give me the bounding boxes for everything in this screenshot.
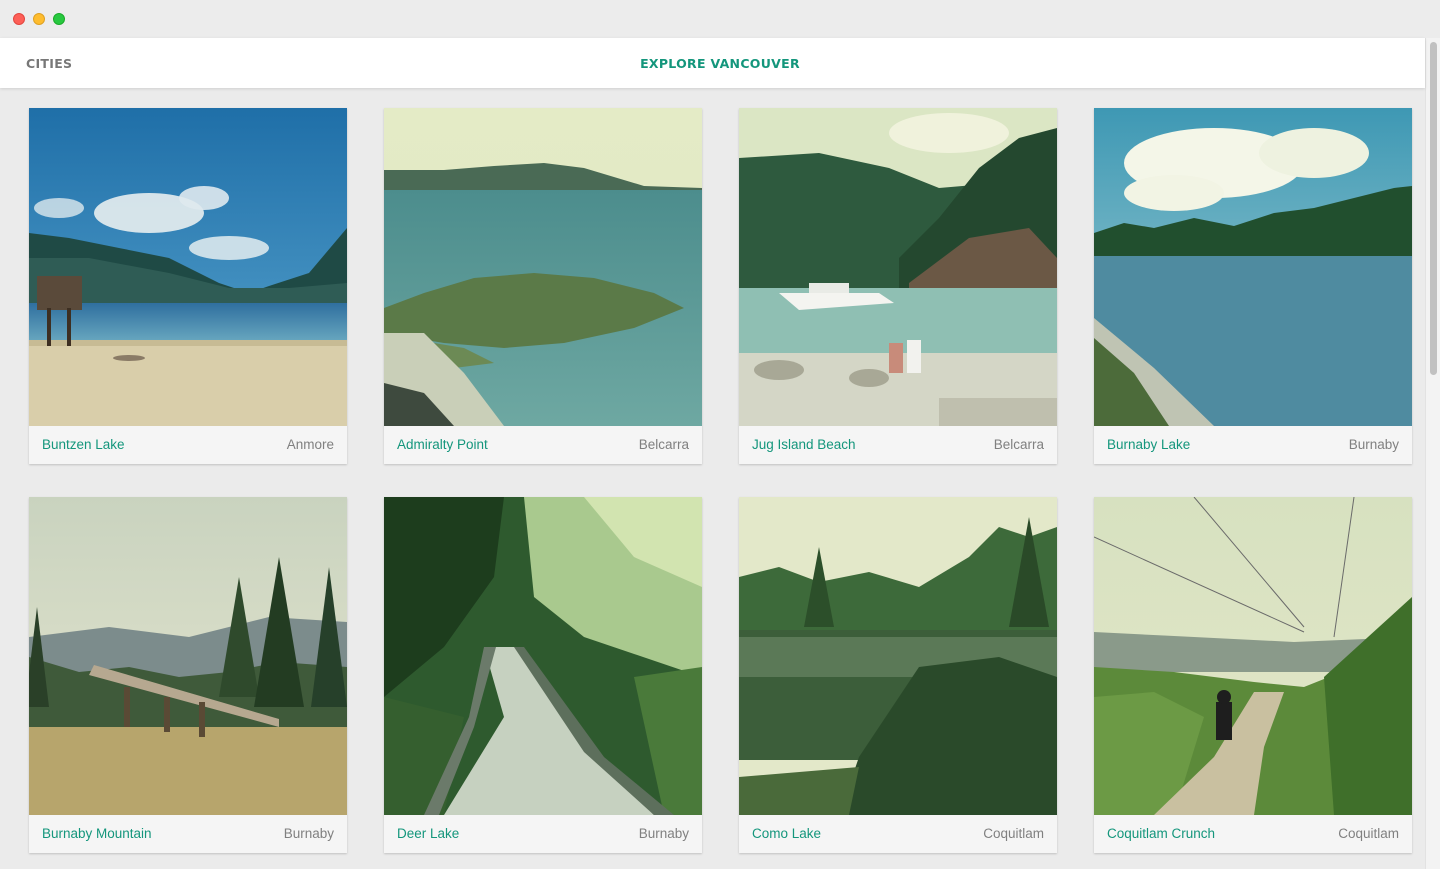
card-caption: Jug Island Beach Belcarra bbox=[739, 426, 1057, 464]
city-name: Coquitlam bbox=[1338, 826, 1399, 841]
place-card-admiralty-point[interactable]: Admiralty Point Belcarra bbox=[384, 108, 702, 464]
place-card-coquitlam-crunch[interactable]: Coquitlam Crunch Coquitlam bbox=[1094, 497, 1412, 853]
card-caption: Como Lake Coquitlam bbox=[739, 815, 1057, 853]
city-name: Anmore bbox=[286, 437, 334, 452]
place-card-deer-lake[interactable]: Deer Lake Burnaby bbox=[384, 497, 702, 853]
mountain-park-photo bbox=[29, 497, 347, 815]
card-caption: Admiralty Point Belcarra bbox=[384, 426, 702, 464]
place-name[interactable]: Como Lake bbox=[752, 826, 821, 841]
page-title: EXPLORE VANCOUVER bbox=[640, 56, 800, 71]
place-card-burnaby-lake[interactable]: Burnaby Lake Burnaby bbox=[1094, 108, 1412, 464]
window-titlebar bbox=[0, 0, 1440, 38]
city-name: Burnaby bbox=[1348, 437, 1399, 452]
lake-forest-photo bbox=[1094, 108, 1412, 426]
card-caption: Coquitlam Crunch Coquitlam bbox=[1094, 815, 1412, 853]
minimize-window-button[interactable] bbox=[33, 13, 45, 25]
places-grid: Buntzen Lake Anmore Admiralty Point Belc… bbox=[0, 88, 1425, 869]
pond-reflection-photo bbox=[739, 497, 1057, 815]
place-name[interactable]: Admiralty Point bbox=[397, 437, 488, 452]
card-caption: Deer Lake Burnaby bbox=[384, 815, 702, 853]
place-name[interactable]: Burnaby Mountain bbox=[42, 826, 152, 841]
card-caption: Burnaby Lake Burnaby bbox=[1094, 426, 1412, 464]
browser-window: CITIES EXPLORE VANCOUVER Buntzen Lake An… bbox=[0, 0, 1440, 869]
place-card-burnaby-mountain[interactable]: Burnaby Mountain Burnaby bbox=[29, 497, 347, 853]
lake-beach-photo bbox=[29, 108, 347, 426]
trail-powerlines-photo bbox=[1094, 497, 1412, 815]
city-name: Belcarra bbox=[638, 437, 689, 452]
boardwalk-forest-photo bbox=[384, 497, 702, 815]
place-name[interactable]: Burnaby Lake bbox=[1107, 437, 1190, 452]
close-window-button[interactable] bbox=[13, 13, 25, 25]
card-caption: Burnaby Mountain Burnaby bbox=[29, 815, 347, 853]
city-name: Belcarra bbox=[993, 437, 1044, 452]
place-card-jug-island-beach[interactable]: Jug Island Beach Belcarra bbox=[739, 108, 1057, 464]
card-caption: Buntzen Lake Anmore bbox=[29, 426, 347, 464]
place-name[interactable]: Buntzen Lake bbox=[42, 437, 125, 452]
scrollbar-thumb[interactable] bbox=[1430, 42, 1437, 375]
shoreline-photo bbox=[384, 108, 702, 426]
top-navbar: CITIES EXPLORE VANCOUVER bbox=[0, 38, 1425, 88]
zoom-window-button[interactable] bbox=[53, 13, 65, 25]
city-name: Burnaby bbox=[283, 826, 334, 841]
place-name[interactable]: Deer Lake bbox=[397, 826, 459, 841]
place-card-como-lake[interactable]: Como Lake Coquitlam bbox=[739, 497, 1057, 853]
beach-boat-photo bbox=[739, 108, 1057, 426]
place-card-buntzen-lake[interactable]: Buntzen Lake Anmore bbox=[29, 108, 347, 464]
place-name[interactable]: Coquitlam Crunch bbox=[1107, 826, 1215, 841]
city-name: Coquitlam bbox=[983, 826, 1044, 841]
place-name[interactable]: Jug Island Beach bbox=[752, 437, 856, 452]
vertical-scrollbar[interactable] bbox=[1425, 38, 1440, 869]
city-name: Burnaby bbox=[638, 826, 689, 841]
